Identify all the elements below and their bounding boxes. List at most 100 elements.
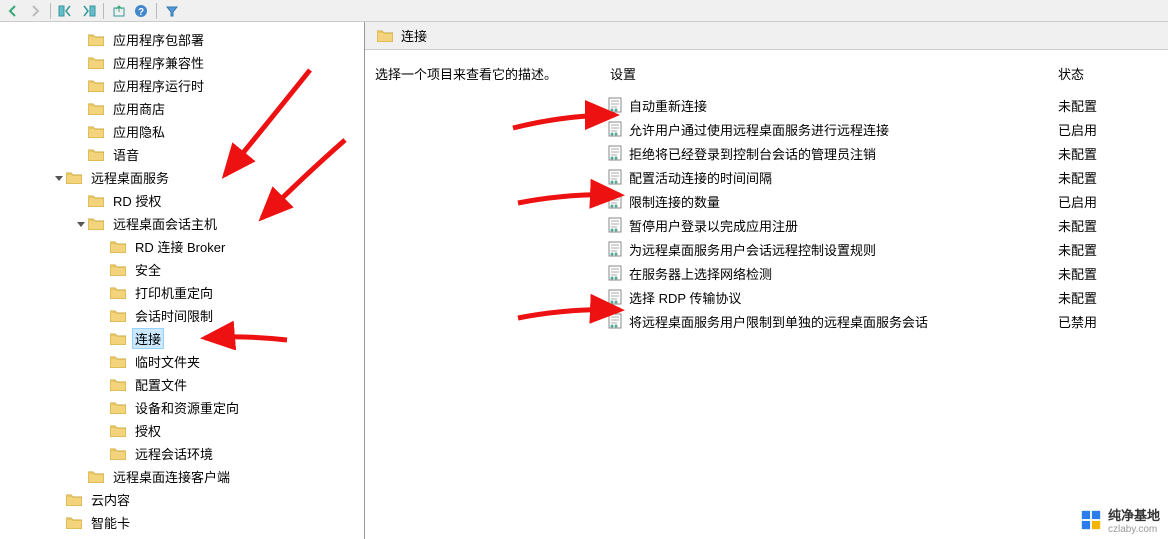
export-icon[interactable] [110, 2, 128, 20]
setting-status: 未配置 [1058, 216, 1158, 235]
tree-item-label: 云内容 [88, 489, 133, 510]
folder-icon [110, 332, 126, 345]
tree-pane[interactable]: 应用程序包部署应用程序兼容性应用程序运行时应用商店应用隐私语音远程桌面服务RD … [0, 22, 365, 539]
tree-item[interactable]: 授权 [0, 419, 364, 442]
tree-item[interactable]: 智能卡 [0, 511, 364, 534]
setting-status: 未配置 [1058, 168, 1158, 187]
folder-icon [110, 309, 126, 322]
folder-icon [88, 79, 104, 92]
tree-item[interactable]: 远程桌面连接客户端 [0, 465, 364, 488]
help-icon[interactable]: ? [132, 2, 150, 20]
setting-name: 暂停用户登录以完成应用注册 [629, 216, 1058, 235]
policy-setting-icon [607, 217, 623, 233]
list-item[interactable]: 拒绝将已经登录到控制台会话的管理员注销未配置 [607, 141, 1158, 165]
column-setting-header[interactable]: 设置 [607, 64, 1058, 83]
tree-item[interactable]: 远程会话环境 [0, 442, 364, 465]
tree-item-label: 语音 [110, 144, 142, 165]
nav-next-icon[interactable] [79, 2, 97, 20]
collapse-icon[interactable] [52, 171, 66, 185]
setting-status: 未配置 [1058, 144, 1158, 163]
tree-item[interactable]: 应用程序兼容性 [0, 51, 364, 74]
tree-item[interactable]: 应用程序包部署 [0, 28, 364, 51]
policy-setting-icon [607, 241, 623, 257]
setting-status: 已启用 [1058, 192, 1158, 211]
setting-name: 在服务器上选择网络检测 [629, 264, 1058, 283]
tree-item[interactable]: 语音 [0, 143, 364, 166]
list-item[interactable]: 将远程桌面服务用户限制到单独的远程桌面服务会话已禁用 [607, 309, 1158, 333]
tree-item-label: 配置文件 [132, 374, 190, 395]
tree-item[interactable]: 会话时间限制 [0, 304, 364, 327]
policy-setting-icon [607, 265, 623, 281]
setting-name: 拒绝将已经登录到控制台会话的管理员注销 [629, 144, 1058, 163]
tree-item-label: 安全 [132, 259, 164, 280]
forward-icon[interactable] [26, 2, 44, 20]
column-status-header[interactable]: 状态 [1058, 64, 1158, 83]
folder-icon [110, 263, 126, 276]
folder-icon [110, 378, 126, 391]
list-item[interactable]: 配置活动连接的时间间隔未配置 [607, 165, 1158, 189]
setting-name: 为远程桌面服务用户会话远程控制设置规则 [629, 240, 1058, 259]
setting-status: 未配置 [1058, 288, 1158, 307]
folder-icon [110, 424, 126, 437]
list-item[interactable]: 为远程桌面服务用户会话远程控制设置规则未配置 [607, 237, 1158, 261]
list-item[interactable]: 选择 RDP 传输协议未配置 [607, 285, 1158, 309]
setting-status: 已启用 [1058, 120, 1158, 139]
tree-item[interactable]: 应用隐私 [0, 120, 364, 143]
list-item[interactable]: 在服务器上选择网络检测未配置 [607, 261, 1158, 285]
setting-name: 将远程桌面服务用户限制到单独的远程桌面服务会话 [629, 312, 1058, 331]
tree-item[interactable]: 安全 [0, 258, 364, 281]
tree-item[interactable]: 应用商店 [0, 97, 364, 120]
tree-item[interactable]: 云内容 [0, 488, 364, 511]
tree-item[interactable]: 远程桌面会话主机 [0, 212, 364, 235]
collapse-icon[interactable] [74, 217, 88, 231]
tree-item[interactable]: 打印机重定向 [0, 281, 364, 304]
filter-icon[interactable] [163, 2, 181, 20]
tree-item-label: 应用商店 [110, 98, 168, 119]
separator [50, 3, 51, 19]
watermark-subtitle: czlaby.com [1108, 524, 1160, 535]
nav-prev-icon[interactable] [57, 2, 75, 20]
setting-status: 已禁用 [1058, 312, 1158, 331]
tree-item[interactable]: 设备和资源重定向 [0, 396, 364, 419]
content-title: 连接 [401, 26, 427, 45]
tree-item[interactable]: RD 连接 Broker [0, 235, 364, 258]
toolbar: ? [0, 0, 1168, 22]
setting-status: 未配置 [1058, 96, 1158, 115]
setting-name: 配置活动连接的时间间隔 [629, 168, 1058, 187]
watermark: 纯净基地 czlaby.com [1080, 505, 1160, 535]
tree-item[interactable]: 配置文件 [0, 373, 364, 396]
tree-item[interactable]: 连接 [0, 327, 364, 350]
tree-item[interactable]: RD 授权 [0, 189, 364, 212]
back-icon[interactable] [4, 2, 22, 20]
folder-icon [88, 194, 104, 207]
list-item[interactable]: 允许用户通过使用远程桌面服务进行远程连接已启用 [607, 117, 1158, 141]
folder-icon [88, 470, 104, 483]
policy-setting-icon [607, 121, 623, 137]
list-item[interactable]: 限制连接的数量已启用 [607, 189, 1158, 213]
folder-icon [110, 355, 126, 368]
tree-item-label: 智能卡 [88, 512, 133, 533]
list-item[interactable]: 暂停用户登录以完成应用注册未配置 [607, 213, 1158, 237]
content-pane: 连接 选择一个项目来查看它的描述。 设置 状态 自动重新连接未配置允许用户通过使… [365, 22, 1168, 539]
tree-item[interactable]: 临时文件夹 [0, 350, 364, 373]
tree-item-label: 远程会话环境 [132, 443, 216, 464]
policy-setting-icon [607, 193, 623, 209]
tree-item-label: RD 授权 [110, 190, 164, 211]
tree-item[interactable]: 远程桌面服务 [0, 166, 364, 189]
content-header: 连接 [365, 22, 1168, 50]
separator [156, 3, 157, 19]
tree-item-label: RD 连接 Broker [132, 236, 228, 257]
tree-item[interactable]: 应用程序运行时 [0, 74, 364, 97]
description-text: 选择一个项目来查看它的描述。 [375, 67, 557, 82]
tree-item-label: 远程桌面连接客户端 [110, 466, 233, 487]
list-item[interactable]: 自动重新连接未配置 [607, 93, 1158, 117]
description-column: 选择一个项目来查看它的描述。 [375, 64, 607, 529]
folder-icon [88, 56, 104, 69]
tree-item-label: 应用程序运行时 [110, 75, 207, 96]
svg-text:?: ? [138, 7, 144, 18]
folder-icon [377, 29, 393, 42]
setting-name: 选择 RDP 传输协议 [629, 288, 1058, 307]
policy-setting-icon [607, 169, 623, 185]
folder-icon [110, 240, 126, 253]
tree-item-label: 会话时间限制 [132, 305, 216, 326]
